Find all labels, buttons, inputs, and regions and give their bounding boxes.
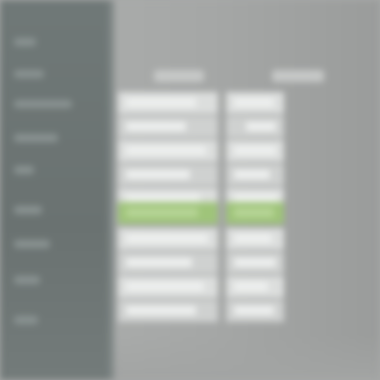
sidebar-item-6[interactable]: [14, 206, 42, 214]
sidebar-item-label: [14, 316, 15, 317]
cell-text: [226, 164, 227, 165]
table-cell: [226, 276, 284, 298]
table-header: [154, 66, 324, 84]
cell-text: [118, 202, 119, 203]
table-cell: [226, 228, 284, 250]
table-row[interactable]: [118, 252, 284, 274]
sidebar-item-7[interactable]: [14, 240, 50, 248]
sidebar-item-label: [14, 38, 15, 39]
table-row-selected[interactable]: [118, 202, 284, 224]
table-cell: [226, 92, 284, 114]
sidebar-item-label: [14, 276, 15, 277]
cell-text: [226, 92, 227, 93]
table-cell: [226, 140, 284, 162]
sidebar-item-label: [14, 166, 15, 167]
sidebar-item-label: [14, 206, 15, 207]
cell-text: [118, 228, 119, 229]
table-cell: [118, 116, 218, 138]
table-cell: [118, 164, 218, 186]
table-cell: [118, 276, 218, 298]
table-row[interactable]: [118, 164, 284, 186]
cell-text: [226, 276, 227, 277]
table-row[interactable]: [118, 92, 284, 114]
sidebar-item-8[interactable]: [14, 276, 40, 284]
table-row[interactable]: [118, 276, 284, 298]
sidebar-item-label: [14, 134, 15, 135]
cell-text: [118, 188, 119, 189]
cell-text: [226, 252, 227, 253]
table-cell: [118, 252, 218, 274]
table-cell: [226, 116, 284, 138]
table-cell: [118, 92, 218, 114]
cell-text: [226, 300, 227, 301]
cell-text: [226, 188, 227, 189]
main-content: [114, 0, 380, 380]
sidebar-item-label: [14, 100, 15, 101]
column-header-1[interactable]: [154, 70, 204, 82]
table-cell: [118, 300, 218, 322]
cell-text: [118, 92, 119, 93]
table-row[interactable]: [118, 300, 284, 322]
cell-text: [118, 116, 119, 117]
column-header-label: [272, 70, 273, 71]
cell-text: [118, 300, 119, 301]
cell-text: [226, 202, 227, 203]
cell-text: [118, 276, 119, 277]
table-row[interactable]: [118, 116, 284, 138]
sidebar-item-label: [14, 240, 15, 241]
cell-text: [226, 140, 227, 141]
column-header-2[interactable]: [272, 70, 324, 82]
cell-text: [226, 116, 227, 117]
sidebar-item-label: [14, 70, 15, 71]
table-cell: [226, 202, 284, 224]
table-cell: [118, 228, 218, 250]
app-window: [0, 0, 380, 380]
table-cell: [226, 300, 284, 322]
cell-text: [118, 252, 119, 253]
sidebar-item-9[interactable]: [14, 316, 38, 324]
table-cell: [118, 140, 218, 162]
sidebar: [0, 0, 112, 380]
sidebar-item-3[interactable]: [14, 100, 72, 108]
sidebar-item-2[interactable]: [14, 70, 44, 78]
cell-text: [118, 164, 119, 165]
footer-area: [114, 334, 380, 380]
sidebar-item-1[interactable]: [14, 38, 36, 46]
cell-text: [226, 228, 227, 229]
table-cell: [226, 252, 284, 274]
table-row[interactable]: [118, 228, 284, 250]
sidebar-item-5[interactable]: [14, 166, 34, 174]
table-cell: [226, 164, 284, 186]
table-row[interactable]: [118, 140, 284, 162]
sidebar-item-4[interactable]: [14, 134, 58, 142]
table-cell: [118, 202, 218, 224]
cell-text: [118, 140, 119, 141]
column-header-label: [154, 70, 155, 71]
